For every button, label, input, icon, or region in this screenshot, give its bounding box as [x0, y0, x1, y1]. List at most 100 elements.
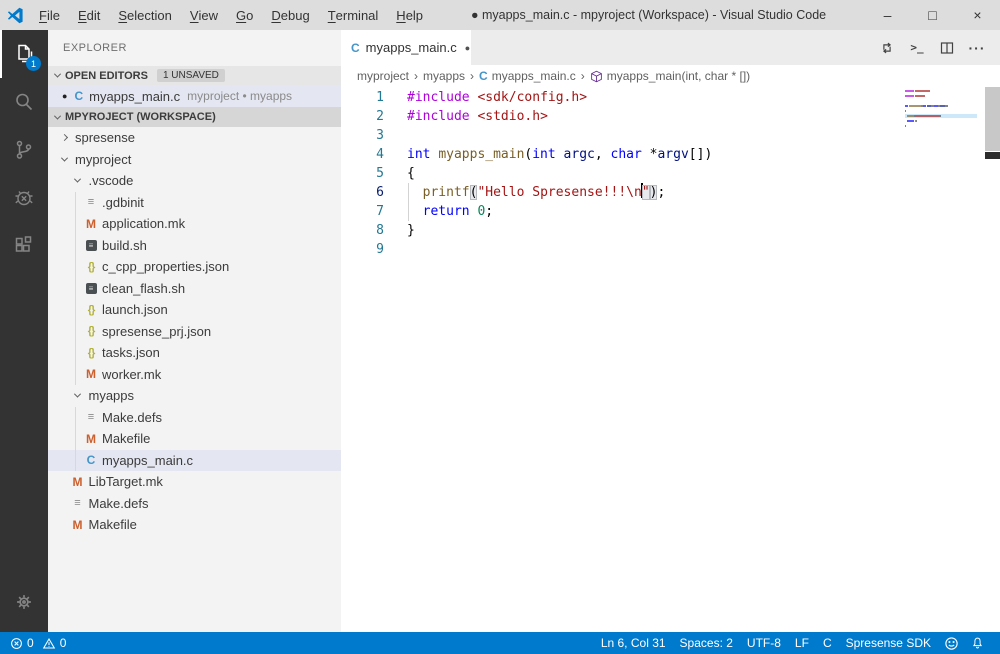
window-title: ● myapps_main.c - mpyroject (Workspace) …	[470, 8, 827, 22]
tree-item-tasks-json[interactable]: {} tasks.json	[48, 342, 341, 364]
code-line-2[interactable]: 2 #include <stdio.h>	[341, 107, 1000, 126]
tree-item-makefile[interactable]: M Makefile	[48, 514, 341, 536]
activity-explorer[interactable]: 1	[0, 30, 48, 78]
code-line-7[interactable]: 7 return 0;	[341, 202, 1000, 221]
menu-edit[interactable]: Edit	[69, 0, 109, 30]
symbol-method-icon	[590, 70, 607, 83]
code-line-5[interactable]: 5{	[341, 164, 1000, 183]
tree-item-spresense[interactable]: spresense	[48, 127, 341, 149]
activity-search[interactable]	[0, 78, 48, 126]
activity-manage[interactable]	[0, 578, 48, 626]
tree-item-spresense-prj-json[interactable]: {} spresense_prj.json	[48, 320, 341, 343]
breadcrumb-myapps-main-c[interactable]: Cmyapps_main.c	[479, 69, 576, 83]
scrollbar-slider[interactable]	[985, 87, 1000, 151]
tree-item-build-sh[interactable]: ≡ build.sh	[48, 234, 341, 257]
code-editor[interactable]: 1 #include <sdk/config.h> 2 #include <stdio…	[341, 87, 1000, 632]
minimap-line	[905, 130, 977, 132]
status-cursor-position[interactable]: Ln 6, Col 31	[594, 636, 673, 650]
code-line-9[interactable]: 9	[341, 240, 1000, 259]
line-number[interactable]: 4	[341, 145, 384, 164]
warning-count: 0	[59, 636, 67, 650]
tree-item-gdbinit[interactable]: ≡ .gdbinit	[48, 191, 341, 214]
activity-source-control[interactable]	[0, 126, 48, 174]
editor-group: C myapps_main.c ● >_ ··· myproject › myapp…	[341, 30, 1000, 632]
breadcrumb-myapps-main-int-char[interactable]: myapps_main(int, char * [])	[590, 69, 750, 83]
breadcrumb-myapps[interactable]: myapps	[423, 69, 465, 83]
status-spresense-sdk[interactable]: Spresense SDK	[839, 636, 938, 650]
editor-scrollbar[interactable]	[985, 87, 1000, 632]
status-eol[interactable]: LF	[788, 636, 816, 650]
line-number[interactable]: 5	[341, 164, 384, 183]
chevron-down-icon	[53, 112, 62, 120]
tree-item-libtarget-mk[interactable]: M LibTarget.mk	[48, 471, 341, 493]
split-editor-icon[interactable]	[932, 30, 962, 65]
makefile-icon: M	[86, 431, 96, 446]
line-number[interactable]: 3	[341, 126, 384, 145]
workspace-header[interactable]: MPYROJECT (WORKSPACE)	[48, 107, 341, 127]
maximize-button[interactable]: □	[910, 0, 955, 30]
error-icon	[10, 637, 23, 650]
tree-item-worker-mk[interactable]: Mworker.mk	[48, 363, 341, 386]
tree-item-make-defs[interactable]: ≡ Make.defs	[48, 406, 341, 429]
title-bar: File Edit Selection View Go Debug Terminal Help…	[0, 0, 1000, 30]
line-number[interactable]: 2	[341, 107, 384, 126]
more-actions-icon[interactable]: ···	[962, 30, 992, 65]
code-line-6[interactable]: 6 printf("Hello Spresense!!!\n");	[341, 183, 1000, 202]
breadcrumb-myproject[interactable]: myproject	[357, 69, 409, 83]
code-line-1[interactable]: 1 #include <sdk/config.h>	[341, 88, 1000, 107]
status-notifications[interactable]	[965, 636, 990, 650]
minimap-line	[905, 100, 977, 102]
tree-item-c-cpp-properties-json[interactable]: {} c_cpp_properties.json	[48, 256, 341, 278]
line-number[interactable]: 6	[341, 183, 384, 202]
code-text: printf("Hello Spresense!!!\n");	[407, 183, 665, 202]
menu-go[interactable]: Go	[227, 0, 262, 30]
menu-help[interactable]: Help	[387, 0, 432, 30]
problems-indicator[interactable]: 0 0	[10, 636, 66, 650]
code-line-4[interactable]: 4 int myapps_main(int argc, char *argv[])	[341, 145, 1000, 164]
menu-debug[interactable]: Debug	[262, 0, 318, 30]
tab-myapps-main-c[interactable]: C myapps_main.c ●	[341, 30, 471, 65]
status-indentation[interactable]: Spaces: 2	[673, 636, 740, 650]
menu-view[interactable]: View	[181, 0, 227, 30]
status-language-mode[interactable]: C	[816, 636, 839, 650]
code-line-8[interactable]: 8}	[341, 221, 1000, 240]
tree-item-makefile[interactable]: M Makefile	[48, 428, 341, 450]
tree-item-launch-json[interactable]: {} launch.json	[48, 299, 341, 321]
tree-item-label: clean_flash.sh	[102, 280, 186, 296]
overview-ruler-cursor-marker	[985, 152, 1000, 159]
line-number[interactable]: 8	[341, 221, 384, 240]
tree-item-label: myproject	[75, 151, 132, 167]
tree-item-myproject[interactable]: myproject	[48, 149, 341, 171]
tree-item-label: spresense	[75, 130, 135, 146]
status-encoding[interactable]: UTF-8	[740, 636, 788, 650]
line-number[interactable]: 9	[341, 240, 384, 259]
open-editor-myapps-main-c[interactable]: ● C myapps_main.c myproject • myapps	[48, 85, 341, 107]
tree-item-myapps-main-c[interactable]: Cmyapps_main.c	[48, 449, 341, 471]
code-line-3[interactable]: 3	[341, 126, 1000, 145]
minimap[interactable]	[905, 87, 977, 135]
terminal-icon[interactable]: >_	[902, 30, 932, 65]
activity-extensions[interactable]	[0, 222, 48, 270]
code-text: {	[407, 166, 415, 181]
minimize-button[interactable]: –	[865, 0, 910, 30]
tree-item-application-mk[interactable]: Mapplication.mk	[48, 213, 341, 235]
menu-terminal[interactable]: Terminal	[319, 0, 388, 30]
tree-item-clean-flash-sh[interactable]: ≡ clean_flash.sh	[48, 277, 341, 300]
sync-icon[interactable]	[872, 30, 902, 65]
close-button[interactable]: ×	[955, 0, 1000, 30]
json-icon: {}	[87, 260, 96, 273]
dirty-indicator-icon[interactable]: ●	[465, 43, 470, 53]
line-number[interactable]: 1	[341, 88, 384, 107]
tree-item-label: .gdbinit	[102, 194, 144, 210]
tree-item-make-defs[interactable]: ≡ Make.defs	[48, 493, 341, 515]
tree-item-vscode[interactable]: .vscode	[48, 170, 341, 192]
menu-selection[interactable]: Selection	[109, 0, 180, 30]
status-feedback[interactable]	[938, 636, 965, 651]
activity-debug[interactable]	[0, 174, 48, 222]
dirty-indicator-icon[interactable]: ●	[62, 91, 67, 101]
tree-item-myapps[interactable]: myapps	[48, 385, 341, 407]
line-number[interactable]: 7	[341, 202, 384, 221]
explorer-badge: 1	[26, 56, 41, 71]
open-editors-header[interactable]: OPEN EDITORS 1 UNSAVED	[48, 66, 341, 85]
menu-file[interactable]: File	[30, 0, 69, 30]
